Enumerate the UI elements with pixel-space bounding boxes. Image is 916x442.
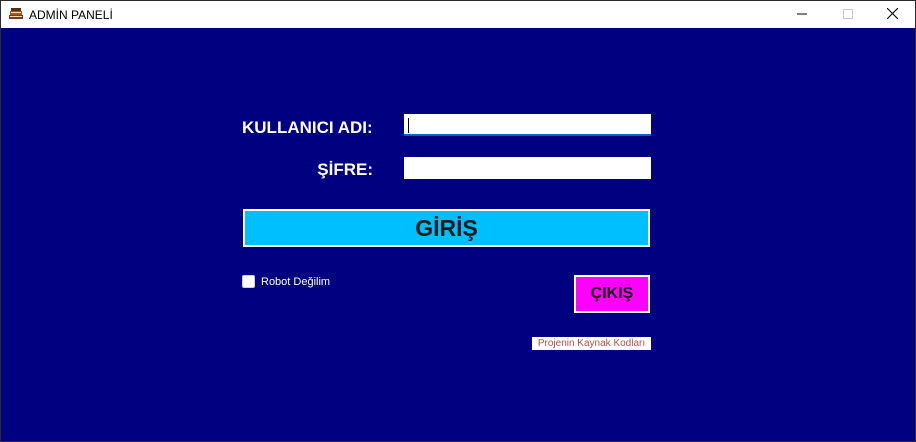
robot-checkbox-row[interactable]: Robot Değilim	[242, 275, 330, 288]
maximize-icon	[843, 6, 853, 24]
close-button[interactable]	[869, 1, 915, 28]
minimize-icon	[797, 6, 807, 24]
close-icon	[886, 6, 898, 24]
text-caret	[408, 118, 409, 133]
source-code-link[interactable]: Projenin Kaynak Kodları	[532, 337, 651, 350]
maximize-button[interactable]	[825, 1, 871, 28]
username-input[interactable]	[404, 114, 651, 136]
exit-button[interactable]: ÇIKIŞ	[574, 275, 650, 313]
password-input[interactable]	[404, 157, 651, 179]
password-label: ŞİFRE:	[317, 160, 373, 179]
login-button[interactable]: GİRİŞ	[243, 209, 650, 247]
username-label: KULLANICI ADI:	[242, 118, 373, 137]
book-stack-icon	[8, 7, 24, 21]
title-bar[interactable]: ADMİN PANELİ	[1, 1, 915, 28]
robot-checkbox-label[interactable]: Robot Değilim	[261, 276, 330, 288]
window-title: ADMİN PANELİ	[29, 8, 113, 22]
admin-panel-window: ADMİN PANELİ KULLANICI ADI: ŞİFRE: GİRİŞ…	[0, 0, 916, 442]
robot-checkbox[interactable]	[242, 275, 255, 288]
minimize-button[interactable]	[779, 1, 825, 28]
